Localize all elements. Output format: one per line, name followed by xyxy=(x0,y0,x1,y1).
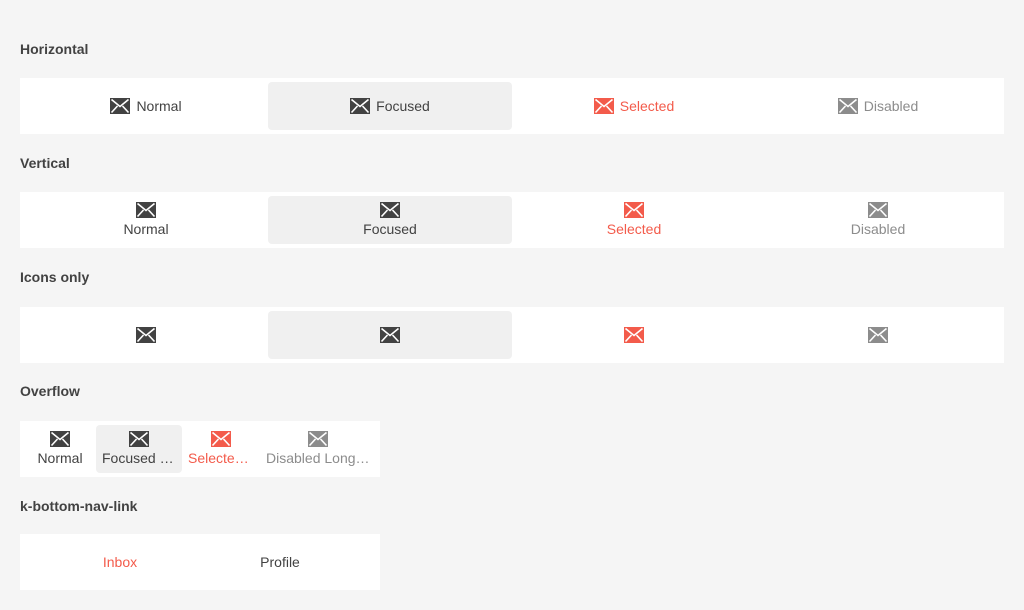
envelope-icon xyxy=(868,202,888,218)
nav-link-inbox[interactable]: Inbox xyxy=(40,534,200,590)
section-title-vertical: Vertical xyxy=(20,155,70,171)
nav-item-label: Focused xyxy=(376,98,430,114)
envelope-icon xyxy=(624,327,644,343)
nav-item-label: Selected Long Text xyxy=(188,450,254,466)
nav-item-selected[interactable]: Selected xyxy=(512,82,756,130)
nav-item-focused[interactable] xyxy=(268,311,512,359)
section-title-icons-only: Icons only xyxy=(20,269,90,285)
nav-item-label: Disabled xyxy=(850,221,906,237)
envelope-icon xyxy=(110,98,130,114)
envelope-icon xyxy=(211,431,231,447)
nav-item-normal[interactable]: Normal xyxy=(24,425,96,473)
nav-item-disabled: Disabled xyxy=(756,196,1000,244)
bottom-nav-links: Inbox Profile xyxy=(20,534,380,590)
nav-item-focused[interactable]: Focused xyxy=(268,196,512,244)
nav-item-selected[interactable]: Selected Long Text xyxy=(182,425,260,473)
nav-item-normal[interactable] xyxy=(24,311,268,359)
envelope-icon xyxy=(350,98,370,114)
nav-link-profile[interactable]: Profile xyxy=(200,534,360,590)
envelope-icon xyxy=(129,431,149,447)
envelope-icon xyxy=(380,327,400,343)
nav-item-normal[interactable]: Normal xyxy=(24,196,268,244)
envelope-icon xyxy=(136,202,156,218)
nav-item-focused[interactable]: Focused Long Text xyxy=(96,425,182,473)
section-title-overflow: Overflow xyxy=(20,383,80,399)
nav-link-label: Profile xyxy=(260,554,300,570)
bottom-nav-overflow: Normal Focused Long Text Selected Long T… xyxy=(20,421,380,477)
bottom-nav-vertical: Normal Focused Selected Disabled xyxy=(20,192,1004,248)
envelope-icon xyxy=(624,202,644,218)
nav-item-label: Disabled Long Text xyxy=(266,450,370,466)
envelope-icon xyxy=(838,98,858,114)
envelope-icon xyxy=(308,431,328,447)
nav-item-selected[interactable] xyxy=(512,311,756,359)
nav-item-label: Disabled xyxy=(863,98,919,114)
nav-item-label: Selected xyxy=(606,221,662,237)
envelope-icon xyxy=(594,98,614,114)
nav-item-label: Selected xyxy=(619,98,675,114)
bottom-nav-horizontal: Normal Focused Selected Disabled xyxy=(20,78,1004,134)
nav-item-label: Focused xyxy=(363,221,417,237)
nav-item-disabled xyxy=(756,311,1000,359)
section-title-horizontal: Horizontal xyxy=(20,41,89,57)
nav-item-disabled: Disabled xyxy=(756,82,1000,130)
nav-item-label: Normal xyxy=(37,450,83,466)
envelope-icon xyxy=(380,202,400,218)
section-title-links: k-bottom-nav-link xyxy=(20,498,138,514)
nav-item-label: Normal xyxy=(123,221,169,237)
envelope-icon xyxy=(868,327,888,343)
nav-item-disabled: Disabled Long Text xyxy=(260,425,376,473)
nav-item-selected[interactable]: Selected xyxy=(512,196,756,244)
nav-link-label: Inbox xyxy=(102,554,138,570)
nav-item-label: Normal xyxy=(136,98,182,114)
nav-item-label: Focused Long Text xyxy=(102,450,176,466)
bottom-nav-icons-only xyxy=(20,307,1004,363)
nav-item-focused[interactable]: Focused xyxy=(268,82,512,130)
envelope-icon xyxy=(136,327,156,343)
envelope-icon xyxy=(50,431,70,447)
nav-item-normal[interactable]: Normal xyxy=(24,82,268,130)
